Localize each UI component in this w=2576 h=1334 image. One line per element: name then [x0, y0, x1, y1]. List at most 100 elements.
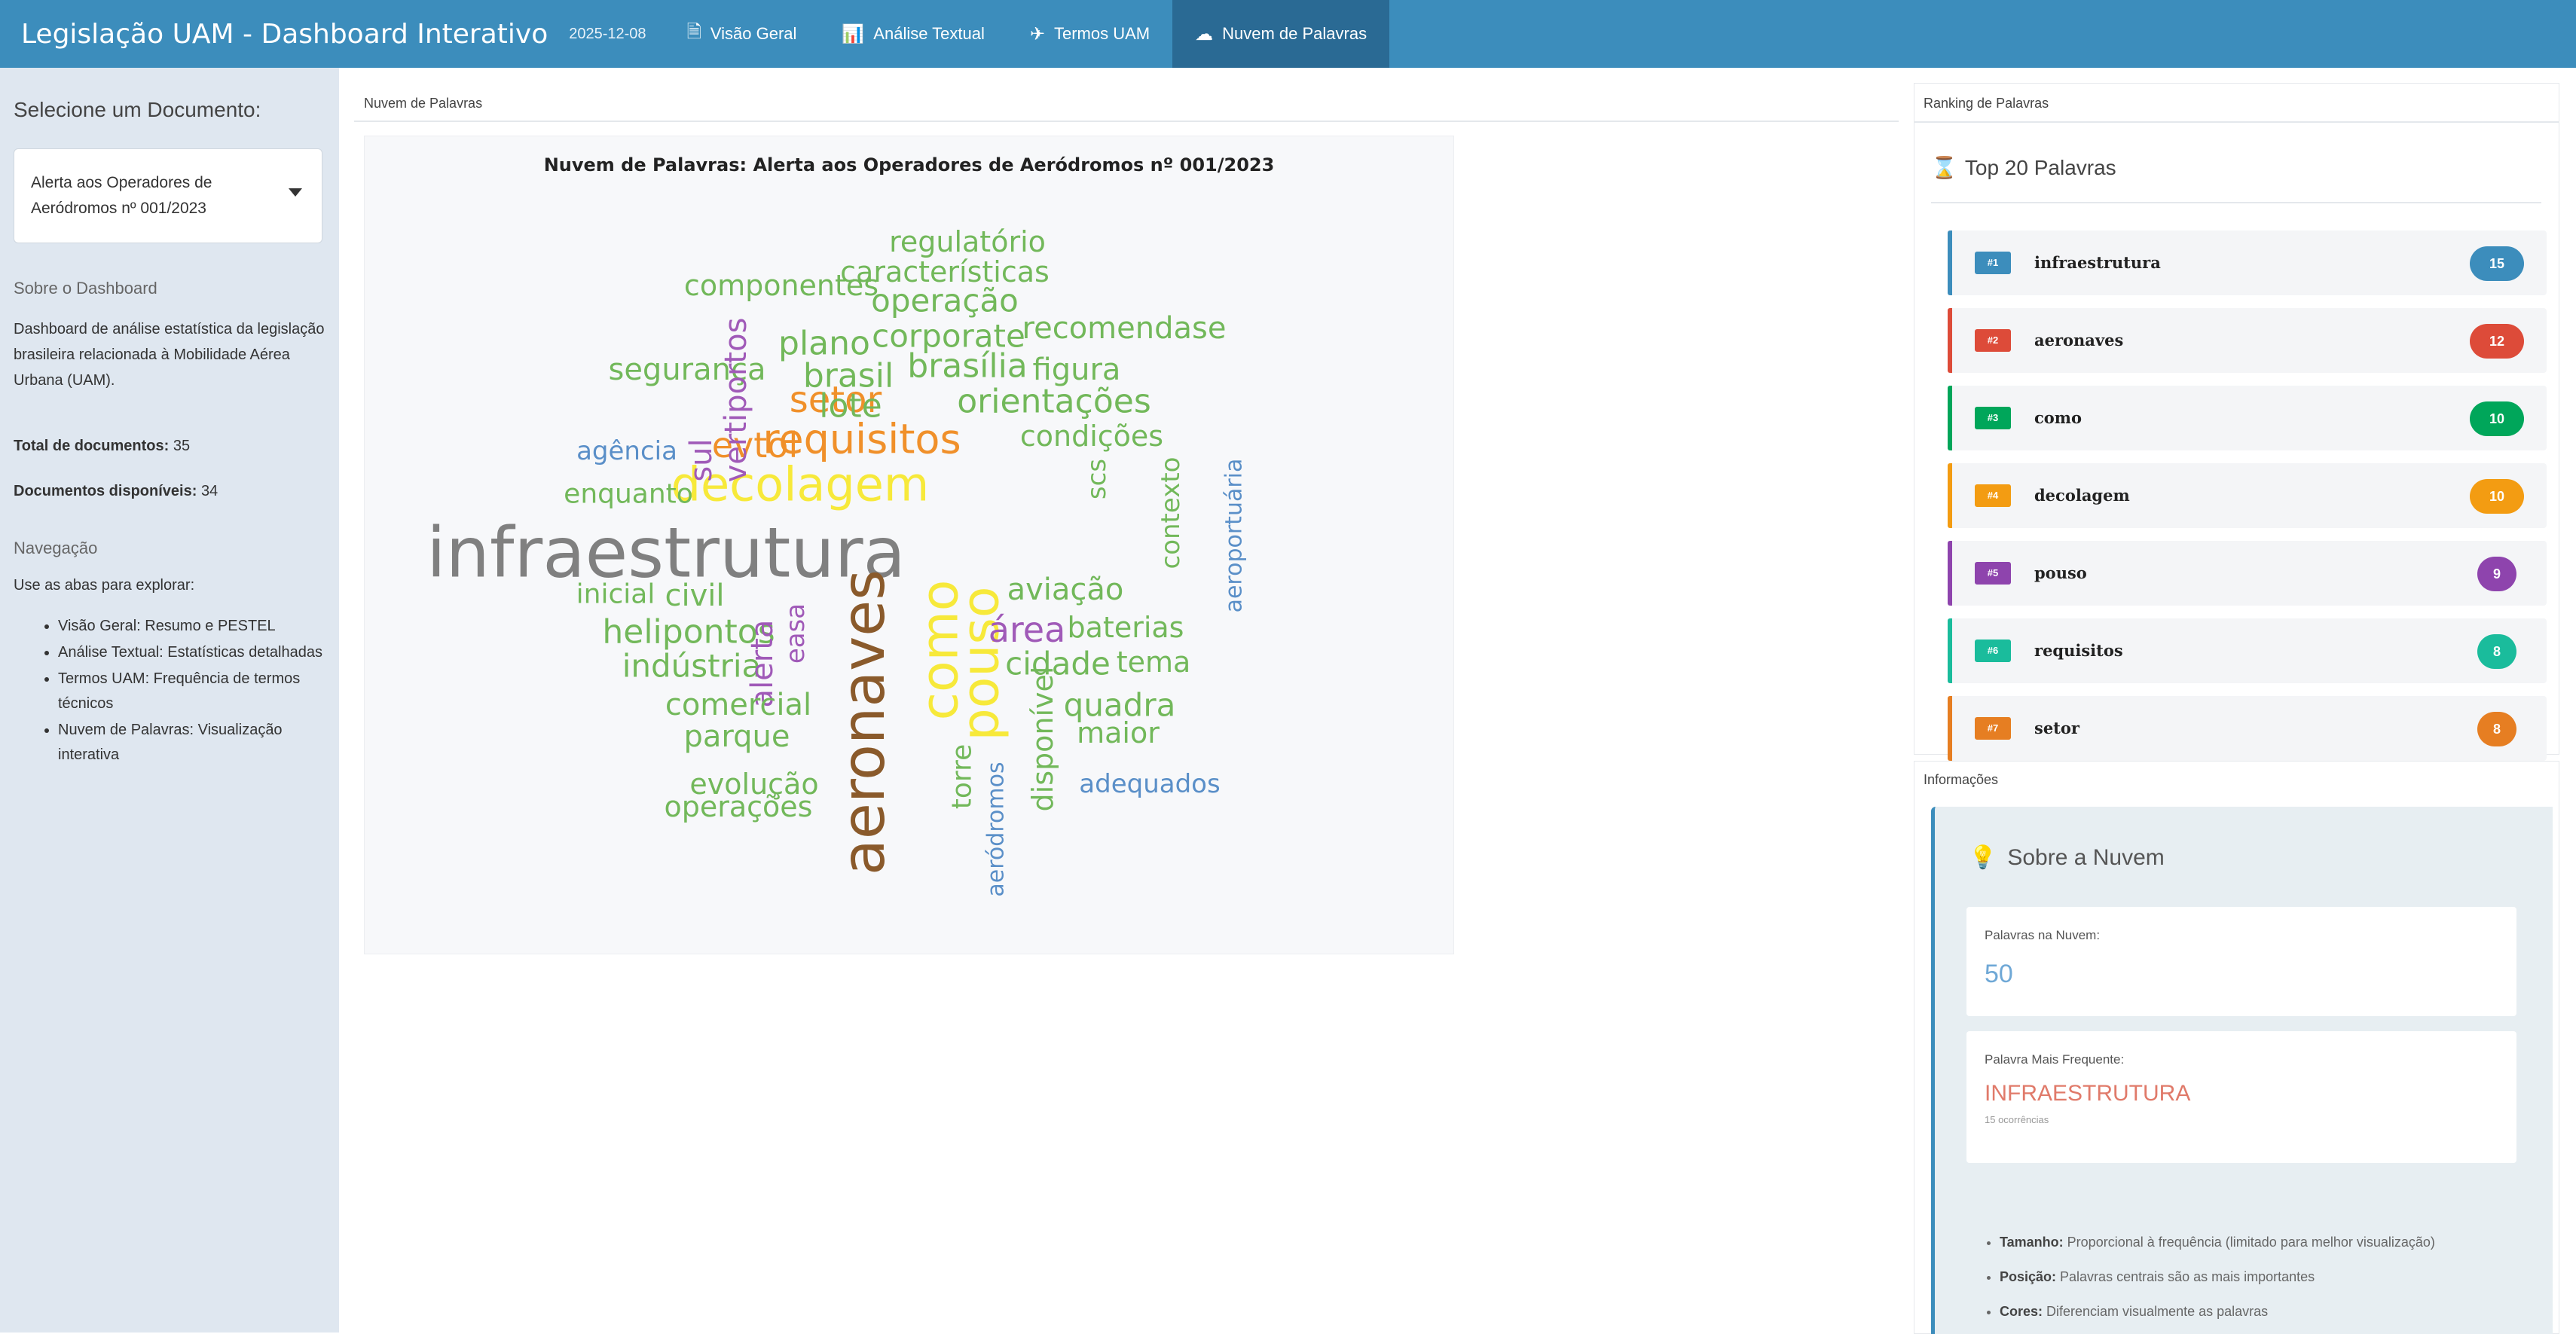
divider	[1931, 202, 2541, 203]
navigation-intro: Use as abas para explorar:	[14, 577, 195, 594]
info-panel: Informações 💡 Sobre a Nuvem Palavras na N…	[1914, 761, 2559, 1334]
wordcloud-word: aviação	[1007, 572, 1124, 607]
wordcloud-word: recomendase	[1022, 311, 1227, 346]
info-note-text: Palavras centrais são as mais importante…	[2056, 1269, 2315, 1284]
wordcloud-word: torre	[947, 744, 978, 809]
info-note-label: Cores:	[2000, 1304, 2043, 1319]
ranking-color-bar	[1948, 541, 1952, 606]
available-documents-label: Documentos disponíveis:	[14, 483, 197, 499]
navigation-item: Visão Geral: Resumo e PESTEL	[58, 614, 344, 639]
tab-label: Termos UAM	[1053, 24, 1150, 43]
wordcloud-word: tema	[1117, 646, 1191, 679]
info-note: Tamanho: Proporcional à frequência (limi…	[2000, 1225, 2542, 1259]
wordcloud-word: parque	[684, 719, 790, 754]
tab-label: Nuvem de Palavras	[1222, 24, 1367, 43]
ranking-color-bar	[1948, 696, 1952, 761]
top-navbar: Legislação UAM - Dashboard Interativo 20…	[0, 0, 2576, 68]
ranking-word: setor	[2034, 719, 2079, 737]
wordcloud-word: aeroportuária	[1221, 459, 1248, 613]
navigation-list: Visão Geral: Resumo e PESTEL Análise Tex…	[41, 614, 344, 769]
info-note-text: Proporcional à frequência (limitado para…	[2063, 1235, 2435, 1250]
wordcloud-word: componentes	[684, 269, 879, 302]
info-heading: 💡 Sobre a Nuvem	[1969, 844, 2165, 871]
tab-analise-textual[interactable]: 📊 Análise Textual	[819, 0, 1007, 68]
ranking-position: #4	[1975, 484, 2011, 507]
ranking-item: #4 decolagem 10	[1948, 463, 2547, 528]
available-documents-value: 34	[200, 483, 218, 499]
total-documents-label: Total de documentos:	[14, 438, 170, 454]
ranking-item: #5 pouso 9	[1948, 541, 2547, 606]
tab-nuvem-de-palavras[interactable]: ☁ Nuvem de Palavras	[1172, 0, 1390, 68]
wordcloud-word: operação	[871, 282, 1019, 319]
ranking-color-bar	[1948, 386, 1952, 450]
words-count-value: 50	[1985, 960, 2013, 988]
app-title: Legislação UAM - Dashboard Interativo	[21, 18, 549, 50]
ranking-item: #3 como 10	[1948, 386, 2547, 450]
navigation-item: Termos UAM: Frequência de termos técnico…	[58, 667, 344, 716]
wordcloud-word: aeródromos	[983, 762, 1010, 896]
ranking-count-badge: 10	[2470, 479, 2524, 514]
wordcloud-word: regulatório	[889, 225, 1046, 258]
document-select-value: Alerta aos Operadores de Aeródromos nº 0…	[31, 174, 212, 217]
navigation-item: Nuvem de Palavras: Visualização interati…	[58, 718, 344, 768]
ranking-count-badge: 10	[2470, 401, 2524, 436]
tab-label: Análise Textual	[873, 24, 985, 43]
most-frequent-label: Palavra Mais Frequente:	[1985, 1052, 2125, 1067]
cloud-icon: ☁	[1195, 23, 1214, 44]
ranking-item: #1 infraestrutura 15	[1948, 230, 2547, 295]
wordcloud-word: brasília	[907, 347, 1028, 386]
wordcloud-word: área	[989, 609, 1066, 650]
words-count-card: Palavras na Nuvem: 50	[1966, 907, 2516, 1016]
ranking-word: pouso	[2034, 563, 2087, 582]
wordcloud-panel-title: Nuvem de Palavras	[364, 96, 483, 111]
wordcloud-word: disponível	[1026, 667, 1059, 812]
ranking-position: #7	[1975, 717, 2011, 740]
words-count-label: Palavras na Nuvem:	[1985, 928, 2101, 942]
lightbulb-icon: 💡	[1969, 845, 1997, 870]
header-date: 2025-12-08	[569, 25, 646, 42]
wordcloud-word: contexto	[1156, 457, 1186, 569]
ranking-panel: Ranking de Palavras ⌛ Top 20 Palavras #1 i…	[1914, 83, 2559, 761]
navigation-title: Navegação	[14, 539, 98, 557]
tab-termos-uam[interactable]: ✈ Termos UAM	[1007, 0, 1172, 68]
divider	[1914, 121, 2559, 123]
info-box: 💡 Sobre a Nuvem Palavras na Nuvem: 50 Pal…	[1931, 807, 2553, 1334]
wordcloud-word: orientações	[957, 383, 1151, 421]
most-frequent-occurrences: 15 ocorrências	[1985, 1114, 2049, 1125]
info-heading-text: Sobre a Nuvem	[2007, 845, 2165, 870]
ranking-word: aeronaves	[2034, 331, 2124, 350]
wordcloud-word: enquanto	[564, 479, 693, 510]
wordcloud-word: civil	[665, 578, 724, 613]
wordcloud-word: maior	[1077, 716, 1160, 749]
total-documents: Total de documentos: 35	[14, 433, 326, 459]
document-select[interactable]: Alerta aos Operadores de Aeródromos nº 0…	[14, 148, 322, 243]
navigation-item: Análise Textual: Estatísticas detalhadas	[58, 640, 344, 665]
tab-label: Visão Geral	[710, 24, 797, 43]
about-text: Dashboard de análise estatística da legi…	[14, 321, 325, 389]
info-note-label: Posição:	[2000, 1269, 2057, 1284]
most-frequent-value: INFRAESTRUTURA	[1985, 1081, 2191, 1106]
info-notes-list: Tamanho: Proporcional à frequência (limi…	[1982, 1225, 2542, 1329]
ranking-count-badge: 9	[2477, 557, 2516, 591]
hourglass-icon: ⌛	[1931, 156, 1957, 179]
ranking-count-badge: 8	[2477, 634, 2516, 669]
info-panel-title: Informações	[1924, 772, 1999, 787]
wordcloud-word: agência	[576, 436, 677, 466]
ranking-heading: ⌛ Top 20 Palavras	[1931, 155, 2116, 180]
ranking-color-bar	[1948, 308, 1952, 373]
ranking-count-badge: 15	[2470, 246, 2524, 281]
wordcloud-word: lote	[819, 387, 882, 426]
tab-visao-geral[interactable]: 🗎 Visão Geral	[665, 0, 820, 68]
wordcloud-image: Nuvem de Palavras: Alerta aos Operadores…	[364, 136, 1454, 954]
wordcloud-word: operações	[665, 790, 813, 823]
available-documents: Documentos disponíveis: 34	[14, 478, 326, 504]
ranking-position: #2	[1975, 329, 2011, 352]
divider	[354, 121, 1899, 122]
plane-icon: ✈	[1029, 23, 1045, 44]
info-note-text: Diferenciam visualmente as palavras	[2043, 1304, 2269, 1319]
ranking-item: #2 aeronaves 12	[1948, 308, 2547, 373]
wordcloud-word: inicial	[576, 579, 655, 610]
wordcloud-word: indústria	[622, 648, 762, 685]
info-note: Cores: Diferenciam visualmente as palavr…	[2000, 1294, 2542, 1329]
ranking-item: #6 requisitos 8	[1948, 618, 2547, 683]
